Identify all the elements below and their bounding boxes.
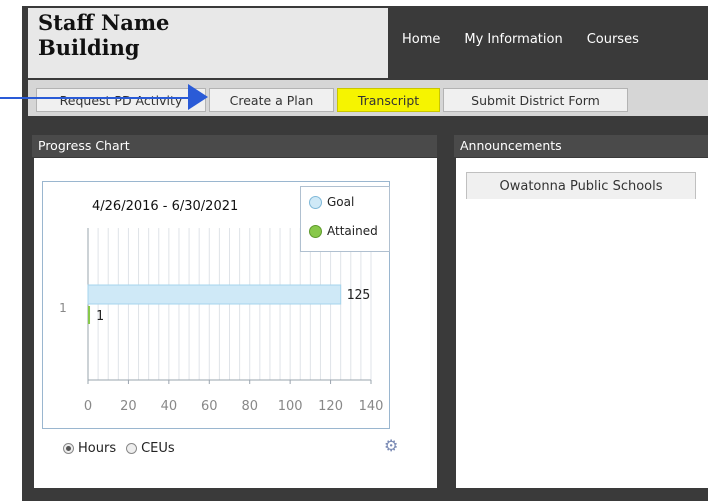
ceus-radio[interactable] <box>126 443 138 454</box>
legend-attained: Attained <box>309 224 378 238</box>
announcements-header: Announcements <box>454 135 708 157</box>
attained-swatch-icon <box>309 224 322 238</box>
attained-bar <box>88 306 91 324</box>
x-tick-label: 40 <box>161 399 178 414</box>
x-tick-label: 60 <box>201 399 218 414</box>
announcements-body <box>456 158 708 488</box>
attained-bar-label: 1 <box>96 309 104 324</box>
goal-bar-label: 125 <box>347 288 370 303</box>
legend-goal: Goal <box>309 195 354 209</box>
units-selector: Hours CEUs <box>63 441 175 456</box>
chart-settings-gear-icon[interactable]: ⚙ <box>384 436 398 455</box>
x-tick-label: 80 <box>241 399 258 414</box>
hours-radio[interactable] <box>63 443 74 454</box>
legend-attained-label: Attained <box>327 224 378 238</box>
ceus-label: CEUs <box>141 441 175 456</box>
y-category-label: 1 <box>59 301 67 315</box>
x-tick-label: 140 <box>359 399 384 414</box>
goal-bar <box>87 284 342 305</box>
hours-label: Hours <box>78 441 117 456</box>
tab-owatonna-public-schools[interactable]: Owatonna Public Schools <box>466 172 696 199</box>
goal-swatch-icon <box>309 195 322 209</box>
x-tick-label: 100 <box>278 399 303 414</box>
x-tick-label: 0 <box>84 399 92 414</box>
chart-legend: Goal Attained <box>300 186 390 252</box>
legend-goal-label: Goal <box>327 195 355 209</box>
x-tick-label: 20 <box>120 399 137 414</box>
x-tick-label: 120 <box>318 399 343 414</box>
